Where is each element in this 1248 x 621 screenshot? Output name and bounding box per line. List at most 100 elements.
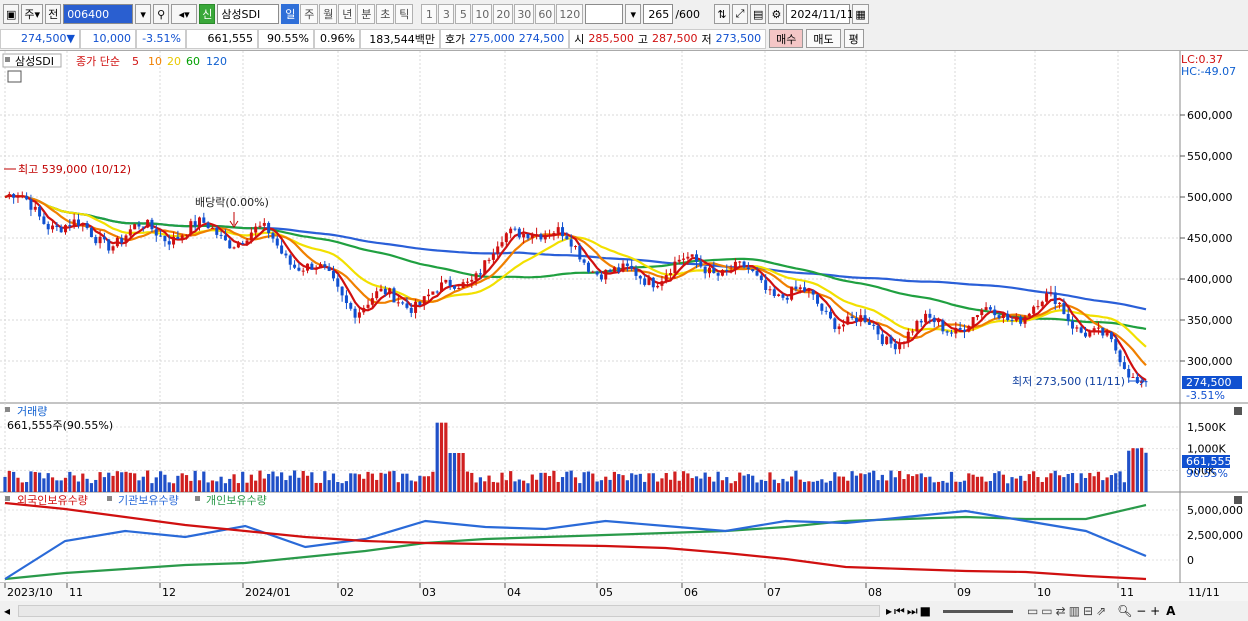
- date-input[interactable]: 2024/11/11: [786, 4, 854, 24]
- search-icon[interactable]: ⚲: [153, 4, 170, 24]
- candle-body: [1105, 332, 1109, 336]
- interval-120[interactable]: 120: [556, 4, 584, 24]
- buy-button[interactable]: 매수: [769, 29, 804, 48]
- draw-tool-icon[interactable]: ⤢: [732, 4, 749, 24]
- panel-close-icon[interactable]: [1234, 496, 1242, 504]
- candle-body: [816, 294, 820, 304]
- tab-day[interactable]: 일: [281, 4, 300, 24]
- interval-3[interactable]: 3: [438, 4, 455, 24]
- volume-bar: [911, 476, 915, 492]
- candle-body: [941, 320, 945, 332]
- tool-icons[interactable]: ▭▭⇄▥⊟⇗: [1027, 604, 1109, 618]
- volume-bar: [50, 477, 55, 492]
- eval-button[interactable]: 평: [843, 29, 864, 48]
- candle-body: [971, 317, 975, 326]
- interval-20[interactable]: 20: [493, 4, 514, 24]
- interval-60[interactable]: 60: [535, 4, 556, 24]
- candle-body: [180, 235, 184, 240]
- candle-body: [807, 290, 811, 292]
- custom-interval-input[interactable]: [585, 4, 624, 24]
- tab-second[interactable]: 초: [376, 4, 395, 24]
- high-annotation: 최고 539,000 (10/12): [18, 163, 131, 176]
- volume-bar: [1070, 473, 1075, 492]
- candle-body: [1096, 327, 1100, 329]
- bid-label: 호가: [445, 32, 466, 46]
- scroll-left-icon[interactable]: ◂: [0, 604, 14, 618]
- chevron-down-icon[interactable]: ▾: [135, 4, 152, 24]
- candle-body: [617, 267, 621, 272]
- tab-week[interactable]: 주: [300, 4, 319, 24]
- speaker-icon[interactable]: ◂▾: [171, 4, 198, 24]
- volume-bar: [509, 471, 513, 492]
- volume-bar: [292, 470, 297, 492]
- volume-bar: [885, 480, 889, 492]
- stock-code-input[interactable]: 006400: [63, 4, 134, 24]
- interval-30[interactable]: 30: [514, 4, 535, 24]
- volume-bar: [552, 470, 556, 492]
- candle-body: [297, 267, 301, 271]
- candle-body: [254, 226, 258, 233]
- chart-area[interactable]: 삼성SDI 종가 단순 5 10 20 60 120 LC:0.37 HC:-4…: [0, 50, 1248, 602]
- font-size-icon[interactable]: A: [1166, 604, 1175, 618]
- market-select[interactable]: 주 ▾: [21, 4, 44, 24]
- x-tick-label: 07: [767, 586, 781, 599]
- volume-bar: [59, 480, 63, 492]
- candle-body: [262, 222, 266, 226]
- candle-body: [448, 279, 452, 286]
- tab-tick[interactable]: 틱: [395, 4, 414, 24]
- volume-bar: [215, 481, 219, 492]
- tab-minute[interactable]: 분: [357, 4, 376, 24]
- volume-bar: [686, 473, 690, 492]
- candle-body: [924, 313, 928, 323]
- volume-bar: [949, 471, 954, 492]
- gear-icon[interactable]: ⚙: [768, 4, 785, 24]
- tab-month[interactable]: 월: [319, 4, 338, 24]
- indicator-icon[interactable]: ⇅: [714, 4, 731, 24]
- candle-body: [932, 317, 936, 323]
- candle-body: [249, 232, 253, 241]
- candle-body: [189, 221, 193, 235]
- volume-bar: [681, 471, 686, 492]
- volume-bar: [617, 474, 621, 492]
- zoom-slider[interactable]: [942, 609, 1013, 613]
- window-icon[interactable]: ▣: [3, 4, 20, 24]
- volume-bar: [85, 478, 89, 492]
- playback-controls[interactable]: ▸⏮⏭■: [886, 604, 933, 619]
- volume-bar: [496, 482, 500, 492]
- holding-axis: 5,000,000 2,500,000 0: [1187, 504, 1243, 567]
- volume-bar: [210, 480, 215, 492]
- volume-bar: [271, 471, 275, 492]
- prefix-button[interactable]: 전: [45, 4, 62, 24]
- candle-body: [176, 236, 180, 240]
- candle-body: [1006, 313, 1010, 321]
- volume-bar: [764, 480, 768, 492]
- panel-close-icon[interactable]: [1234, 407, 1242, 415]
- candle-body: [608, 269, 612, 272]
- zoom-icons[interactable]: 🔍︎ − +: [1117, 604, 1160, 618]
- calendar-icon[interactable]: ▦: [852, 4, 869, 24]
- holding-tick-label: 5,000,000: [1187, 504, 1243, 517]
- candle-body: [314, 268, 318, 270]
- volume-bar: [647, 473, 651, 492]
- count-input[interactable]: 265: [643, 4, 674, 24]
- volume-bar: [694, 476, 699, 492]
- volume-bar: [729, 483, 733, 492]
- chart-scrollbar[interactable]: [18, 605, 880, 617]
- interval-5[interactable]: 5: [455, 4, 472, 24]
- volume-bar: [612, 471, 616, 492]
- chevron-down-icon[interactable]: ▾: [625, 4, 642, 24]
- save-icon[interactable]: ▤: [750, 4, 767, 24]
- volume-bar: [1122, 482, 1126, 492]
- sell-button[interactable]: 매도: [806, 29, 841, 48]
- stock-chart[interactable]: 삼성SDI 종가 단순 5 10 20 60 120 LC:0.37 HC:-4…: [0, 51, 1248, 602]
- x-axis-bar: [0, 583, 1248, 602]
- tab-year[interactable]: 년: [338, 4, 357, 24]
- volume-bar: [418, 475, 422, 492]
- interval-10[interactable]: 10: [472, 4, 493, 24]
- volume-bar: [487, 475, 491, 492]
- candle-body: [720, 269, 724, 276]
- candle-body: [539, 234, 543, 240]
- calculator-icon[interactable]: [7, 70, 22, 83]
- volume-bar: [811, 481, 815, 492]
- interval-1[interactable]: 1: [421, 4, 438, 24]
